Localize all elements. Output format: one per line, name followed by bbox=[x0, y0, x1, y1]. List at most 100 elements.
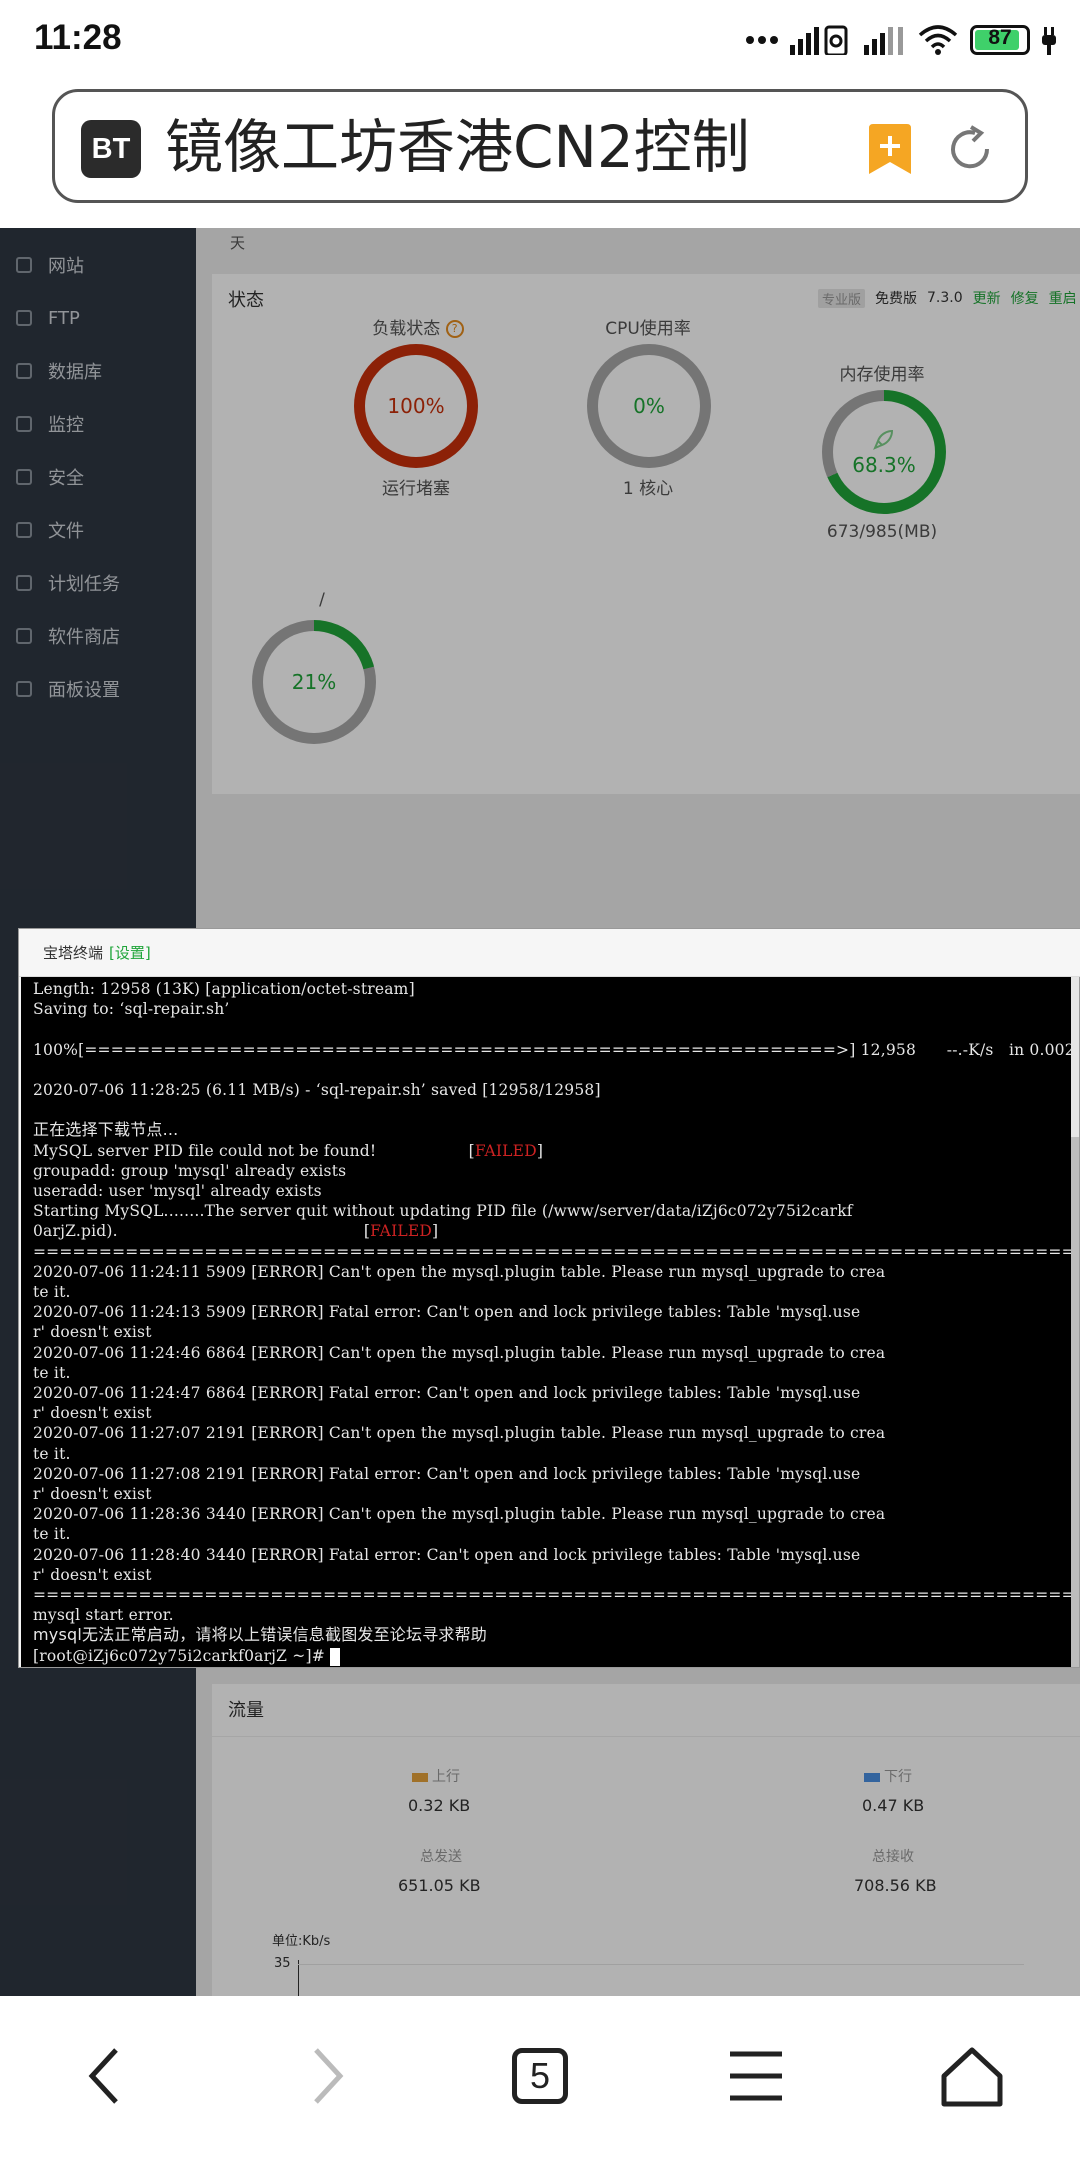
sidebar-item-2[interactable]: 数据库 bbox=[0, 346, 196, 396]
terminal-line: 正在选择下载节点... bbox=[33, 1120, 1063, 1140]
terminal-header: 宝塔终端 [设置] bbox=[19, 929, 1080, 977]
sidebar-item-label: 安全 bbox=[48, 468, 84, 489]
terminal-line: mysql无法正常启动，请将以上错误信息截图发至论坛寻求帮助 bbox=[33, 1625, 1063, 1645]
total-recv-value: 708.56 KB bbox=[854, 1876, 937, 1895]
terminal-line: r' doesn't exist bbox=[33, 1565, 1063, 1585]
sidebar-item-label: 文件 bbox=[48, 521, 84, 542]
menu-icon[interactable] bbox=[706, 2026, 806, 2126]
download-legend-swatch bbox=[864, 1772, 880, 1782]
terminal-line: 2020-07-06 11:24:13 5909 [ERROR] Fatal e… bbox=[33, 1302, 1063, 1322]
terminal-line: te it. bbox=[33, 1282, 1063, 1302]
monitor-icon bbox=[16, 416, 32, 432]
sidebar-item-8[interactable]: 面板设置 bbox=[0, 664, 196, 714]
cpu-gauge[interactable]: 0% bbox=[587, 344, 711, 468]
upload-legend-swatch bbox=[412, 1772, 428, 1782]
terminal-line: 2020-07-06 11:28:25 (6.11 MB/s) - ‘sql-r… bbox=[33, 1080, 1063, 1100]
folder-icon bbox=[16, 522, 32, 538]
terminal-line-text: 正在选择下载节点... bbox=[33, 1120, 179, 1140]
sidebar-item-7[interactable]: 软件商店 bbox=[0, 611, 196, 661]
terminal-line: r' doesn't exist bbox=[33, 1322, 1063, 1342]
sidebar-item-1[interactable]: FTP bbox=[0, 293, 196, 343]
terminal-line-text: ========================================… bbox=[33, 1586, 1075, 1605]
terminal-scroll-thumb[interactable] bbox=[1071, 1137, 1079, 1667]
sidebar-item-label: 监控 bbox=[48, 415, 84, 436]
total-recv-label: 总接收 bbox=[872, 1849, 914, 1865]
upload-label: 上行 bbox=[412, 1766, 460, 1786]
update-link[interactable]: 更新 bbox=[973, 288, 1001, 308]
terminal-settings-link[interactable]: [设置] bbox=[109, 942, 151, 963]
bookmark-add-icon[interactable] bbox=[869, 124, 911, 174]
terminal-line: ========================================… bbox=[33, 1585, 1075, 1605]
disk-value: 21% bbox=[263, 631, 365, 733]
globe-icon bbox=[16, 257, 32, 273]
grid-icon bbox=[16, 628, 32, 644]
back-icon[interactable] bbox=[56, 2026, 156, 2126]
terminal-line-text: ========================================… bbox=[33, 1242, 1075, 1261]
version-number: 7.3.0 bbox=[927, 290, 963, 306]
terminal-line-text: 100%[===================================… bbox=[33, 1040, 1075, 1059]
terminal-line: 2020-07-06 11:28:40 3440 [ERROR] Fatal e… bbox=[33, 1545, 1063, 1565]
sidebar-item-0[interactable]: 网站 bbox=[0, 240, 196, 290]
terminal-output[interactable]: Length: 12958 (13K) [application/octet-s… bbox=[21, 977, 1075, 1667]
home-icon[interactable] bbox=[922, 2026, 1022, 2126]
gear-icon bbox=[16, 681, 32, 697]
terminal-window: 宝塔终端 [设置] Length: 12958 (13K) [applicati… bbox=[18, 928, 1080, 1668]
terminal-line: useradd: user 'mysql' already exists bbox=[33, 1181, 1063, 1201]
cpu-sub: 1 核心 bbox=[622, 479, 674, 499]
clock: 11:28 bbox=[34, 18, 122, 57]
load-gauge[interactable]: 100% bbox=[354, 344, 478, 468]
terminal-line: te it. bbox=[33, 1444, 1063, 1464]
terminal-line-text: 2020-07-06 11:24:11 5909 [ERROR] Can't o… bbox=[33, 1262, 886, 1281]
top-fragment: 天 bbox=[230, 234, 246, 252]
terminal-line-text: r' doesn't exist bbox=[33, 1485, 152, 1504]
upload-value: 0.32 KB bbox=[408, 1796, 471, 1815]
address-bar[interactable]: BT 镜像工坊香港CN2控制 bbox=[52, 89, 1028, 203]
terminal-line-text: 0arjZ.pid). bbox=[33, 1222, 364, 1241]
terminal-scrollbar[interactable] bbox=[1071, 977, 1079, 1667]
download-label: 下行 bbox=[864, 1766, 912, 1786]
terminal-line-text: groupadd: group 'mysql' already exists bbox=[33, 1161, 347, 1180]
terminal-line: te it. bbox=[33, 1524, 1063, 1544]
disk-gauge-label: / bbox=[319, 590, 325, 610]
sidebar-item-4[interactable]: 安全 bbox=[0, 452, 196, 502]
terminal-line: 2020-07-06 11:28:36 3440 [ERROR] Can't o… bbox=[33, 1504, 1063, 1524]
terminal-line: 2020-07-06 11:24:46 6864 [ERROR] Can't o… bbox=[33, 1343, 1063, 1363]
terminal-line-text: r' doesn't exist bbox=[33, 1323, 152, 1342]
tab-count: 5 bbox=[512, 2048, 568, 2104]
tabs-button[interactable]: 5 bbox=[490, 2026, 590, 2126]
battery-icon: 87 bbox=[970, 25, 1030, 55]
sidebar-item-6[interactable]: 计划任务 bbox=[0, 558, 196, 608]
terminal-title: 宝塔终端 bbox=[43, 944, 104, 962]
shield-icon bbox=[16, 469, 32, 485]
terminal-line-text: r' doesn't exist bbox=[33, 1404, 152, 1423]
traffic-divider bbox=[212, 1736, 1080, 1737]
signal-icon bbox=[864, 27, 903, 55]
site-logo: BT bbox=[81, 120, 141, 178]
failed-status: FAILED bbox=[474, 1141, 537, 1160]
download-value: 0.47 KB bbox=[862, 1796, 925, 1815]
terminal-line: r' doesn't exist bbox=[33, 1484, 1063, 1504]
terminal-line: ========================================… bbox=[33, 1242, 1075, 1262]
pro-badge[interactable]: 专业版 bbox=[818, 288, 866, 308]
terminal-line: Saving to: ‘sql-repair.sh’ bbox=[33, 999, 1063, 1019]
restart-link[interactable]: 重启 bbox=[1049, 288, 1077, 308]
sidebar-item-5[interactable]: 文件 bbox=[0, 505, 196, 555]
help-icon[interactable]: ? bbox=[445, 320, 464, 338]
load-value: 100% bbox=[365, 355, 467, 457]
memory-gauge[interactable]: 68.3% bbox=[822, 390, 946, 514]
bt-panel-page: 网站 FTP 数据库 监控 安全 文件 计划任务 软件商店 面板设置 天 状态 专业版 免费版 … bbox=[0, 228, 1080, 2013]
page-title[interactable]: 镜像工坊香港CN2控制 bbox=[165, 114, 845, 180]
terminal-line: 2020-07-06 11:24:47 6864 [ERROR] Fatal e… bbox=[33, 1383, 1063, 1403]
reload-icon[interactable] bbox=[945, 124, 995, 174]
terminal-line-text: [root@iZj6c072y75i2carkf0arjZ ~]# bbox=[33, 1646, 331, 1665]
forward-icon[interactable] bbox=[276, 2026, 376, 2126]
sidebar-item-3[interactable]: 监控 bbox=[0, 399, 196, 449]
repair-link[interactable]: 修复 bbox=[1011, 288, 1039, 308]
terminal-line: mysql start error. bbox=[33, 1605, 1063, 1625]
load-sub: 运行堵塞 bbox=[382, 479, 450, 499]
disk-gauge[interactable]: 21% bbox=[252, 620, 376, 744]
sidebar-item-label: 软件商店 bbox=[48, 627, 120, 648]
